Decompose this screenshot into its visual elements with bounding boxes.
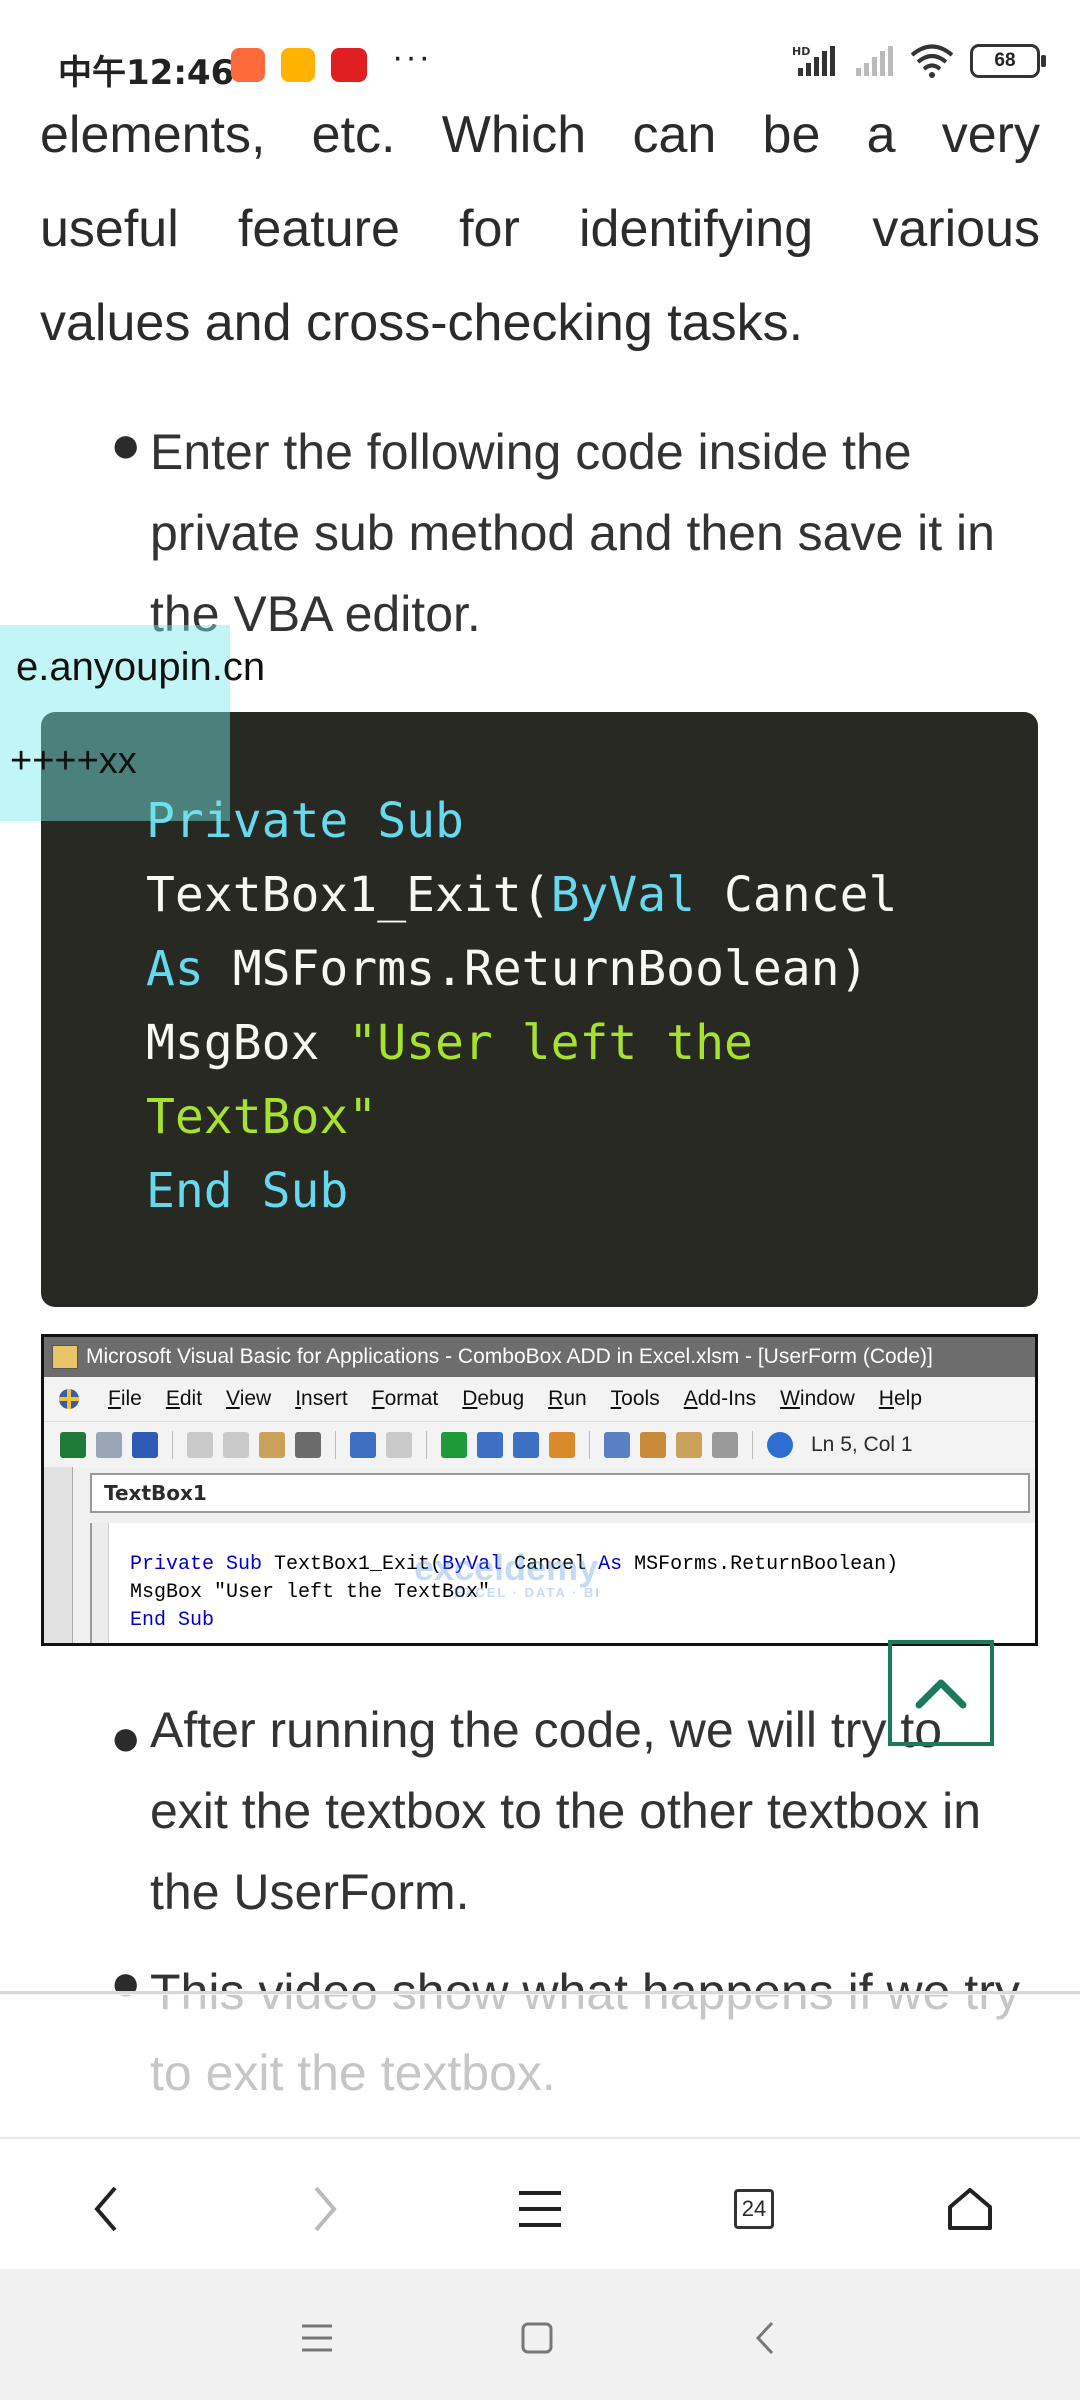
object-combo: TextBox1	[90, 1473, 1030, 1513]
save-icon	[132, 1432, 158, 1458]
tabs-button[interactable]: 24	[714, 2169, 794, 2249]
vba-title-bar: Microsoft Visual Basic for Applications …	[44, 1337, 1035, 1377]
chevron-left-icon	[755, 2321, 774, 2355]
properties-icon	[640, 1432, 666, 1458]
copy-icon	[223, 1432, 249, 1458]
chevron-left-icon	[94, 2186, 117, 2232]
code-keyword: ByVal	[550, 867, 696, 923]
vba-token: MSForms.ReturnBoolean)	[622, 1553, 899, 1576]
project-explorer-icon	[604, 1432, 630, 1458]
square-icon	[521, 2322, 553, 2354]
news-notification-icon	[331, 48, 367, 82]
signal-2-icon	[856, 46, 893, 76]
run-icon	[441, 1432, 467, 1458]
vba-menu-item: Format	[371, 1387, 439, 1410]
watermark-tagline: EXCEL · DATA · BI	[454, 1585, 601, 1600]
undo-icon	[350, 1432, 376, 1458]
vba-menu-item: Edit	[165, 1387, 203, 1410]
bullet-dot: ●	[110, 416, 142, 474]
intro-line: elements, etc. Which can be a very	[40, 106, 1040, 164]
vba-menu-item: Help	[878, 1387, 922, 1410]
vba-menu-bar: File Edit View Insert Format Debug Run T…	[44, 1377, 1035, 1421]
reset-icon	[513, 1432, 539, 1458]
menu-button[interactable]	[500, 2169, 580, 2249]
code-string: TextBox"	[146, 1089, 378, 1145]
excel-vba-icon	[59, 1389, 79, 1409]
watermark-brand: exceldemy	[414, 1547, 599, 1588]
vba-menu-item: Window	[780, 1387, 855, 1410]
break-icon	[477, 1432, 503, 1458]
help-icon	[767, 1432, 793, 1458]
back-button[interactable]	[66, 2169, 146, 2249]
watermark-domain: e.anyoupin.cn	[16, 645, 266, 689]
vba-keyword: As	[598, 1553, 623, 1576]
bullet-dot: ●	[110, 1709, 142, 1767]
exceldemy-watermark: exceldemy EXCEL · DATA · BI	[414, 1547, 601, 1600]
vba-margin	[92, 1523, 109, 1643]
cursor-position: Ln 5, Col 1	[811, 1433, 913, 1456]
vba-menu-item: Debug	[462, 1387, 525, 1410]
recent-apps-button[interactable]	[292, 2313, 342, 2363]
signal-icon: HD	[792, 45, 835, 76]
vba-menu-item: Run	[548, 1387, 587, 1410]
vba-menu-item: File	[108, 1387, 142, 1410]
vba-menu-item: View	[226, 1387, 272, 1410]
tab-count: 24	[734, 2189, 774, 2229]
status-time: 中午12:46	[58, 53, 235, 93]
back-nav-button[interactable]	[740, 2313, 790, 2363]
browser-toolbar: 24	[0, 2137, 1080, 2271]
vba-window-icon	[52, 1345, 78, 1369]
code-string: "User left the	[348, 1015, 753, 1071]
code-text: Private Sub TextBox1_Exit(ByVal Cancel A…	[146, 784, 897, 1228]
paste-icon	[259, 1432, 285, 1458]
more-notifications-icon: ···	[392, 38, 432, 76]
battery-icon: 68	[970, 44, 1046, 78]
intro-line: values and cross-checking tasks.	[40, 294, 804, 352]
watermark-marks: ++++xx	[10, 740, 137, 782]
vba-side-panel	[44, 1467, 73, 1643]
code-token: MsgBox	[146, 1015, 349, 1071]
vba-menu-item: Add-Ins	[683, 1387, 757, 1410]
vba-keyword: Private Sub	[130, 1553, 263, 1576]
vba-title: Microsoft Visual Basic for Applications …	[86, 1345, 933, 1368]
insert-userform-icon	[96, 1432, 122, 1458]
chevron-up-icon	[915, 1679, 967, 1709]
vba-menu-item: Insert	[295, 1387, 348, 1410]
scroll-to-top-button[interactable]	[888, 1640, 994, 1746]
intro-line: useful feature for identifying various	[40, 200, 1040, 258]
code-token: TextBox1_Exit(	[146, 867, 551, 923]
toolbox-icon	[712, 1432, 738, 1458]
wifi-icon	[910, 44, 954, 78]
code-token: Cancel	[695, 867, 898, 923]
find-icon	[295, 1432, 321, 1458]
menu-icon	[519, 2191, 561, 2227]
app-notification-icon	[231, 48, 265, 82]
vba-keyword: End Sub	[130, 1609, 215, 1632]
excel-icon	[60, 1432, 86, 1458]
code-keyword: End Sub	[146, 1163, 349, 1219]
home-button[interactable]	[930, 2169, 1010, 2249]
status-indicators: HD 68	[792, 44, 1046, 78]
forward-button[interactable]	[285, 2169, 365, 2249]
vba-editor-screenshot[interactable]: Microsoft Visual Basic for Applications …	[41, 1334, 1038, 1646]
code-keyword: As	[146, 941, 204, 997]
menu-icon	[302, 2324, 332, 2352]
redo-icon	[386, 1432, 412, 1458]
design-mode-icon	[549, 1432, 575, 1458]
code-token: MSForms.ReturnBoolean)	[203, 941, 869, 997]
vba-menu-item: Tools	[610, 1387, 660, 1410]
cut-icon	[187, 1432, 213, 1458]
home-icon	[948, 2188, 992, 2230]
vba-toolbar: Ln 5, Col 1	[44, 1421, 1035, 1468]
bullet-item: Enter the following code inside the priv…	[150, 424, 995, 642]
content-fade	[0, 1994, 1080, 2139]
intro-paragraph: elements, etc. Which can be a very usefu…	[40, 88, 1040, 370]
chat-notification-icon	[281, 48, 315, 82]
home-nav-button[interactable]	[512, 2313, 562, 2363]
system-navigation-bar	[0, 2269, 1080, 2400]
object-browser-icon	[676, 1432, 702, 1458]
svg-text:HD: HD	[792, 45, 810, 58]
chevron-right-icon	[314, 2186, 337, 2232]
